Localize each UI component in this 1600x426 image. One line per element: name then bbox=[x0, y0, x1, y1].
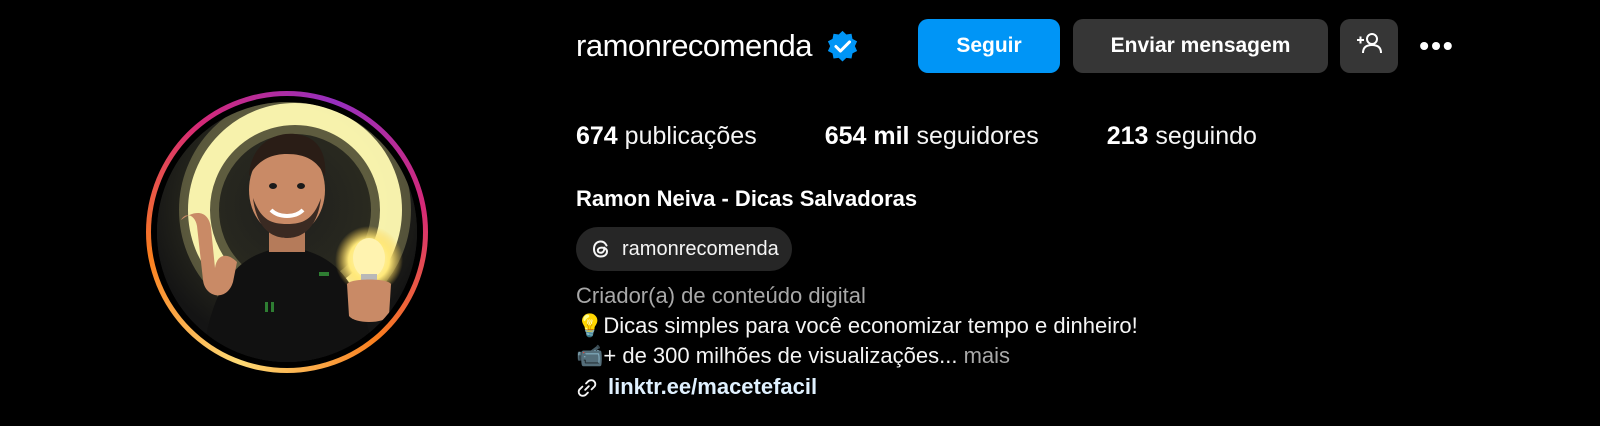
follow-button[interactable]: Seguir bbox=[918, 19, 1060, 73]
profile-actions-row: ramonrecomenda Seguir Enviar mensagem ••… bbox=[576, 19, 1453, 73]
full-name: Ramon Neiva - Dicas Salvadoras bbox=[576, 186, 918, 211]
link-icon bbox=[576, 376, 598, 398]
following-count-value: 213 bbox=[1106, 122, 1149, 150]
bio-line-2: 📹+ de 300 milhões de visualizações... ma… bbox=[576, 341, 1010, 371]
add-person-icon bbox=[1356, 31, 1382, 61]
threads-handle: ramonrecomenda bbox=[622, 237, 779, 260]
following-count[interactable]: 213 seguindo bbox=[1107, 118, 1257, 154]
avatar[interactable] bbox=[157, 102, 417, 362]
profile-category: Criador(a) de conteúdo digital bbox=[576, 283, 866, 308]
bio-line-1-text: 💡Dicas simples para você economizar temp… bbox=[576, 313, 1138, 338]
bio-more-link[interactable]: mais bbox=[964, 343, 1010, 368]
send-message-button[interactable]: Enviar mensagem bbox=[1073, 19, 1328, 73]
external-link-row[interactable]: linktr.ee/macetefacil bbox=[576, 371, 817, 403]
bio-line-1: 💡Dicas simples para você economizar temp… bbox=[576, 311, 1138, 341]
more-options-button[interactable]: ••• bbox=[1416, 19, 1458, 73]
verified-badge-icon bbox=[826, 30, 859, 63]
avatar-border bbox=[151, 96, 423, 368]
external-link[interactable]: linktr.ee/macetefacil bbox=[608, 371, 817, 403]
username: ramonrecomenda bbox=[576, 28, 812, 63]
followers-count-value: 654 mil bbox=[824, 122, 910, 150]
profile-avatar-ring[interactable] bbox=[146, 91, 428, 373]
profile-stats: 674 publicações 654 mil seguidores 213 s… bbox=[576, 118, 1325, 154]
posts-count-value: 674 bbox=[576, 122, 618, 150]
threads-link-pill[interactable]: ramonrecomenda bbox=[576, 227, 792, 271]
following-count-label: seguindo bbox=[1155, 122, 1257, 150]
posts-count-label: publicações bbox=[624, 122, 757, 150]
followers-count-label: seguidores bbox=[916, 122, 1039, 150]
suggested-accounts-button[interactable] bbox=[1340, 19, 1398, 73]
followers-count[interactable]: 654 mil seguidores bbox=[825, 118, 1039, 154]
threads-icon bbox=[588, 236, 614, 262]
bio-line-2-text: 📹+ de 300 milhões de visualizações... bbox=[576, 343, 958, 368]
posts-count: 674 publicações bbox=[576, 118, 757, 154]
avatar-photo bbox=[157, 102, 417, 362]
profile-header: ramonrecomenda Seguir Enviar mensagem ••… bbox=[576, 0, 1576, 426]
